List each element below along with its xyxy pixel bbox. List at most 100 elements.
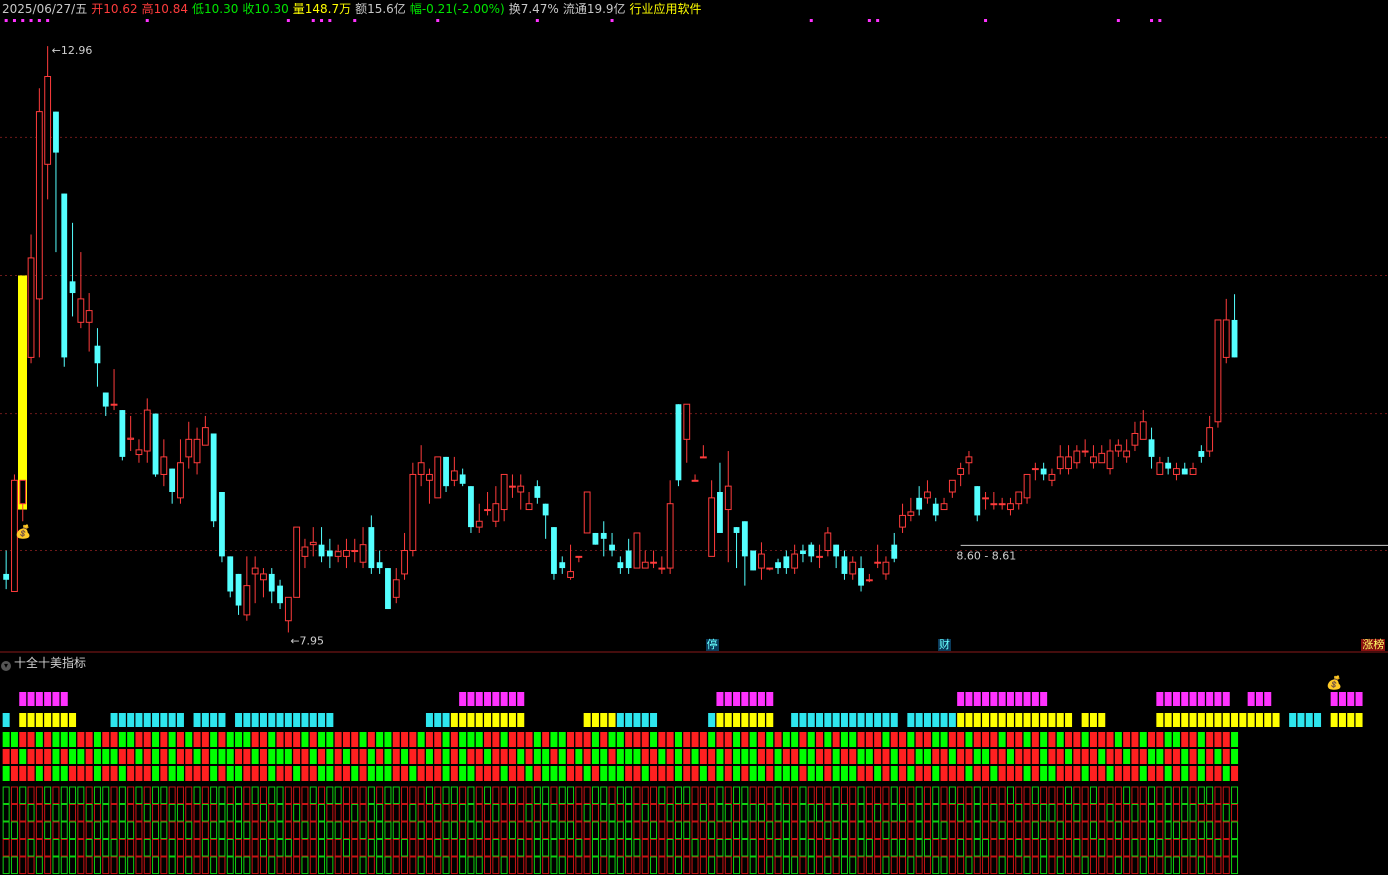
event-tag[interactable]: 涨榜 xyxy=(1361,639,1386,651)
indicator-outline-cell xyxy=(1081,821,1089,839)
indicator-outline-cell xyxy=(102,839,110,857)
kline-chart[interactable]: ←12.96←7.958.60 - 8.61💰💰 xyxy=(0,0,1388,875)
indicator-outline-cell xyxy=(2,839,10,857)
candle-body xyxy=(359,544,367,563)
indicator-cell xyxy=(567,749,575,764)
indicator-outline-cell xyxy=(600,856,608,874)
candle-body xyxy=(932,503,939,516)
indicator-outline-cell xyxy=(791,821,799,839)
candle-body xyxy=(1015,491,1023,505)
indicator-outline-cell xyxy=(716,821,724,839)
indicator-cell xyxy=(44,749,52,764)
indicator-cell xyxy=(650,766,658,781)
indicator-cell xyxy=(1006,732,1014,747)
indicator-outline-cell xyxy=(691,856,699,874)
indicator-outline-cell xyxy=(384,821,392,839)
indicator-cell xyxy=(69,766,77,781)
indicator-outline-cell xyxy=(1148,786,1156,804)
indicator-outline-cell xyxy=(251,839,259,857)
indicator-outline-cell xyxy=(1065,839,1073,857)
indicator-outline-cell xyxy=(1073,821,1081,839)
indicator-outline-cell xyxy=(235,839,243,857)
indicator-cell xyxy=(27,732,35,747)
indicator-cell xyxy=(899,766,907,781)
indicator-outline-cell xyxy=(998,839,1006,857)
indicator-cell xyxy=(434,749,442,764)
indicator-cell xyxy=(1081,749,1089,764)
indicator-outline-cell xyxy=(932,786,940,804)
indicator-title-bar[interactable]: ▾ 十全十美指标 xyxy=(0,655,86,671)
event-tag[interactable]: 财 xyxy=(938,639,952,651)
indicator-cell-cyan xyxy=(168,713,176,727)
indicator-cell xyxy=(1172,766,1180,781)
indicator-outline-cell xyxy=(525,804,533,822)
indicator-outline-cell xyxy=(1065,821,1073,839)
indicator-cell xyxy=(840,766,848,781)
indicator-cell-cyan xyxy=(865,713,873,727)
indicator-cell xyxy=(724,766,732,781)
indicator-outline-cell xyxy=(567,804,575,822)
indicator-cell xyxy=(849,766,857,781)
candle-body xyxy=(1081,450,1089,453)
indicator-cell-cyan xyxy=(849,713,857,727)
indicator-outline-cell xyxy=(1065,786,1073,804)
indicator-cell-cyan xyxy=(932,713,940,727)
indicator-outline-cell xyxy=(724,786,732,804)
indicator-cell-yellow xyxy=(1222,713,1230,727)
indicator-cell-yellow xyxy=(998,713,1006,727)
indicator-outline-cell xyxy=(143,804,151,822)
indicator-cell xyxy=(940,732,948,747)
indicator-cell xyxy=(434,766,442,781)
indicator-cell xyxy=(708,732,716,747)
indicator-cell-yellow xyxy=(1006,713,1014,727)
candle-body xyxy=(219,492,225,557)
indicator-outline-cell xyxy=(210,804,218,822)
indicator-cell xyxy=(508,749,516,764)
indicator-cell xyxy=(857,732,865,747)
indicator-outline-cell xyxy=(102,804,110,822)
indicator-outline-cell xyxy=(500,786,508,804)
event-tag[interactable]: 停 xyxy=(705,639,719,651)
indicator-cell xyxy=(251,732,259,747)
indicator-cell-magenta xyxy=(1031,692,1039,706)
indicator-cell-yellow xyxy=(1172,713,1180,727)
indicator-outline-cell xyxy=(683,804,691,822)
indicator-outline-cell xyxy=(243,786,251,804)
candle-body xyxy=(343,550,350,557)
indicator-outline-cell xyxy=(367,786,375,804)
indicator-cell-cyan xyxy=(442,713,450,727)
indicator-cell-cyan xyxy=(915,713,923,727)
indicator-outline-cell xyxy=(1098,856,1106,874)
candle-body xyxy=(567,571,574,578)
indicator-cell-yellow xyxy=(1040,713,1048,727)
indicator-cell xyxy=(259,766,267,781)
indicator-outline-cell xyxy=(899,786,907,804)
indicator-cell xyxy=(1114,766,1122,781)
signal-dot xyxy=(311,19,315,22)
indicator-cell xyxy=(1015,732,1023,747)
indicator-cell-cyan xyxy=(816,713,824,727)
indicator-cell xyxy=(417,732,425,747)
indicator-cell xyxy=(176,766,184,781)
indicator-outline-cell xyxy=(284,786,292,804)
candle-body xyxy=(800,550,806,555)
candle-body xyxy=(251,567,259,575)
indicator-cell xyxy=(1131,749,1139,764)
indicator-cell-yellow xyxy=(467,713,475,727)
indicator-outline-cell xyxy=(69,804,77,822)
indicator-cell xyxy=(1081,766,1089,781)
chevron-down-icon[interactable]: ▾ xyxy=(1,661,11,671)
candle-body xyxy=(135,449,143,456)
indicator-cell xyxy=(932,732,940,747)
indicator-cell xyxy=(1139,749,1147,764)
indicator-outline-cell xyxy=(309,821,317,839)
indicator-cell xyxy=(284,749,292,764)
indicator-outline-cell xyxy=(940,839,948,857)
candle-body xyxy=(998,503,1006,506)
indicator-cell xyxy=(10,749,18,764)
indicator-cell xyxy=(127,732,135,747)
indicator-outline-cell xyxy=(1006,856,1014,874)
indicator-cell-magenta xyxy=(517,692,525,706)
candle-body xyxy=(1148,439,1155,457)
indicator-outline-cell xyxy=(517,821,525,839)
